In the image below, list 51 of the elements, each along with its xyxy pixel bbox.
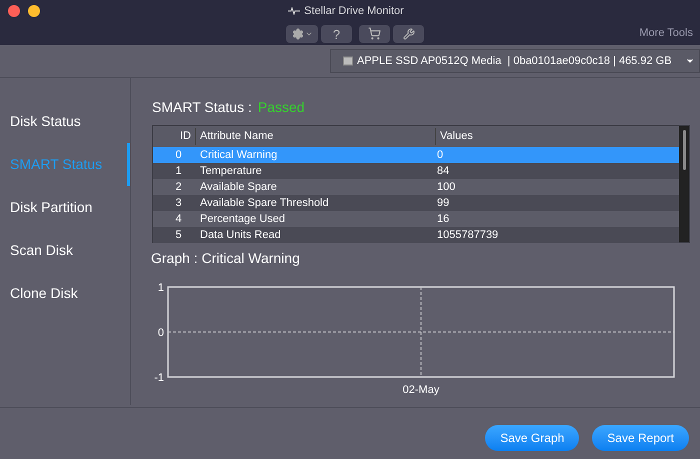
smart-status-label: SMART Status :	[152, 98, 252, 117]
graph-title: Graph : Critical Warning	[151, 249, 301, 268]
pulse-icon	[288, 7, 300, 15]
smart-status-value: Passed	[258, 98, 305, 117]
table-cell-text: 1055787739	[436, 228, 498, 243]
table-cell-text: 1	[174, 164, 183, 179]
close-button[interactable]	[8, 5, 20, 17]
sidebar-item[interactable]: Disk Status	[0, 100, 130, 143]
table-cell-text: 84	[436, 164, 450, 179]
cart-button[interactable]	[359, 24, 390, 42]
table-cell-text: Available Spare Threshold	[199, 196, 330, 211]
table-row[interactable]: 4 Percentage Used 16	[153, 211, 679, 227]
table-cell-text: 4	[174, 212, 183, 227]
save-report-button[interactable]: Save Report	[592, 424, 689, 450]
table-cell-text: 5	[174, 228, 183, 243]
tools-button[interactable]	[393, 24, 424, 42]
y-tick-label: -1	[154, 372, 164, 384]
table-row[interactable]: 5 Data Units Read 1055787739	[153, 227, 679, 243]
window-title: Stellar Drive Monitor	[304, 4, 404, 19]
settings-button[interactable]	[286, 24, 318, 42]
table-cell-text: Data Units Read	[199, 228, 282, 243]
table-cell-text: 99	[436, 196, 450, 211]
table-cell-text: Critical Warning	[199, 148, 278, 163]
column-header[interactable]: ID	[153, 128, 196, 145]
y-tick-label: 0	[158, 327, 164, 339]
y-tick-label: 1	[158, 282, 164, 294]
table-cell-text: 100	[436, 180, 456, 195]
table-cell-text: 0	[436, 148, 444, 163]
drive-dropdown[interactable]: APPLE SSD AP0512Q Media | 0ba0101ae09c0c18 | 465.92 GB	[330, 49, 700, 73]
cart-icon	[368, 27, 381, 40]
table-cell-text: 3	[174, 196, 183, 211]
sidebar-item[interactable]: Scan Disk	[0, 229, 130, 272]
more-tools-link[interactable]: More Tools	[639, 25, 693, 42]
table-cell-text: 16	[436, 212, 450, 227]
save-graph-button[interactable]: Save Graph	[485, 424, 580, 450]
table-cell-text: 0	[174, 148, 183, 163]
table-cell-text: 2	[174, 180, 183, 195]
column-header[interactable]: Attribute Name	[196, 128, 436, 145]
gear-icon	[292, 28, 304, 40]
sidebar-item[interactable]: Disk Partition	[0, 186, 130, 229]
x-tick-label: 02-May	[402, 384, 440, 396]
scrollbar[interactable]	[679, 126, 689, 242]
table-cell-text: Percentage Used	[199, 212, 286, 227]
help-button[interactable]: ?	[321, 24, 352, 42]
sidebar-item[interactable]: Clone Disk	[0, 272, 130, 315]
table-row[interactable]: 2 Available Spare 100	[153, 179, 679, 195]
table-cell-text: Available Spare	[199, 180, 278, 195]
minimize-button[interactable]	[28, 5, 40, 17]
wrench-icon	[402, 28, 414, 40]
table-cell-text: Temperature	[199, 164, 263, 179]
column-header[interactable]: Values	[436, 128, 473, 145]
